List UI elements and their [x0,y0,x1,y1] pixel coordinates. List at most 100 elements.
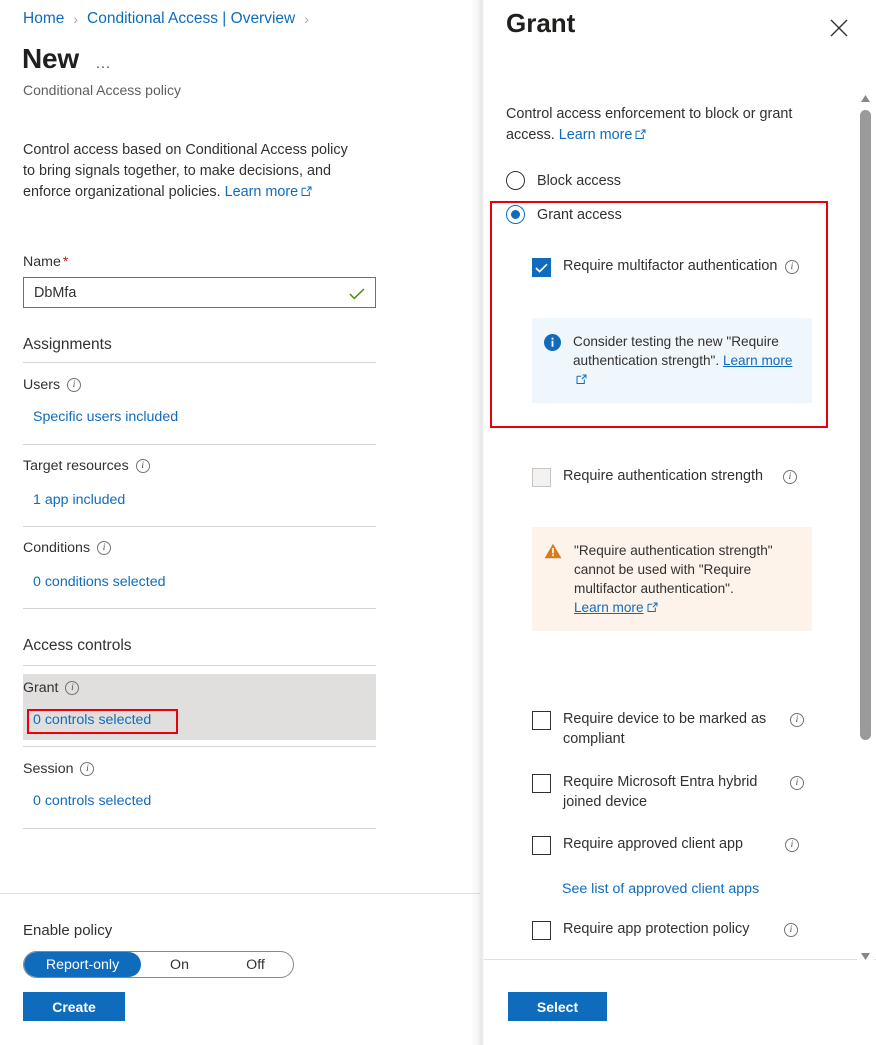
app-root: Home › Conditional Access | Overview › N… [0,0,876,1045]
toggle-option-report-only[interactable]: Report-only [24,952,141,977]
toggle-option-off[interactable]: Off [218,952,293,977]
panel-description: Control access enforcement to block or g… [506,104,826,146]
checkbox-require-mfa-label: Require multifactor authentication [563,257,777,277]
page-title-row: New … [22,43,112,75]
checkbox-require-auth-strength[interactable]: Require authentication strength [532,467,782,487]
grant-flyout-panel: Grant Control access enforcement to bloc… [484,0,876,1045]
checkbox-require-mfa[interactable]: Require multifactor authentication [532,257,782,277]
checkbox-require-hybrid-joined-device-label: Require Microsoft Entra hybrid joined de… [563,773,762,812]
info-icon[interactable]: i [67,378,81,392]
create-button[interactable]: Create [23,992,125,1021]
warning-message-body: "Require authentication strength" cannot… [574,543,773,596]
info-icon[interactable]: i [80,762,94,776]
field-value-target-resources[interactable]: 1 app included [33,492,125,508]
checkbox-unchecked-icon [532,774,551,793]
field-value-session[interactable]: 0 controls selected [33,793,151,809]
field-value-conditions[interactable]: 0 conditions selected [33,574,166,590]
panel-body: Control access enforcement to block or g… [484,88,876,960]
panel-description-text: Control access enforcement to block or g… [506,106,792,143]
scroll-down-arrow-icon[interactable] [860,948,871,957]
more-options-icon[interactable]: … [95,45,113,73]
approved-client-apps-link[interactable]: See list of approved client apps [562,881,759,897]
required-asterisk: * [63,254,69,270]
info-icon[interactable]: i [783,470,797,484]
field-label-users: Users i [23,377,81,393]
intro-text: Control access based on Conditional Acce… [23,140,353,203]
info-icon[interactable]: i [136,459,150,473]
field-value-users[interactable]: Specific users included [33,409,178,425]
info-icon[interactable]: i [790,776,804,790]
panel-learn-more-link[interactable]: Learn more [559,127,633,143]
info-icon[interactable]: i [785,838,799,852]
select-button[interactable]: Select [508,992,607,1021]
warning-triangle-icon [544,543,562,617]
external-link-icon [647,599,658,610]
enable-policy-toggle[interactable]: Report-only On Off [23,951,294,978]
divider-session [23,828,376,829]
scrollbar-thumb[interactable] [860,110,871,740]
intro-body: Control access based on Conditional Acce… [23,142,348,200]
checkbox-unchecked-icon [532,921,551,940]
field-label-conditions: Conditions i [23,540,111,556]
toggle-option-on[interactable]: On [141,952,218,977]
panel-scrollbar[interactable] [857,88,874,960]
intro-learn-more-link[interactable]: Learn more [225,184,299,200]
checkbox-require-hybrid-joined-device[interactable]: Require Microsoft Entra hybrid joined de… [532,773,762,812]
info-icon[interactable]: i [790,713,804,727]
conditions-label-text: Conditions [23,540,90,556]
checkbox-unchecked-icon [532,836,551,855]
close-icon[interactable] [828,17,850,39]
radio-block-access-label: Block access [537,173,621,189]
users-label-text: Users [23,377,60,393]
enable-policy-label: Enable policy [23,922,112,939]
external-link-icon [576,371,587,382]
name-input[interactable]: DbMfa [23,277,376,308]
target-resources-label-text: Target resources [23,458,129,474]
grant-label-text: Grant [23,680,58,696]
info-circle-icon [544,334,561,389]
assignments-heading: Assignments [23,336,112,354]
checkbox-require-compliant-device[interactable]: Require device to be marked as compliant [532,710,772,749]
page-title: New [22,43,79,75]
field-label-grant: Grant i [23,680,79,696]
panel-title: Grant [506,8,575,39]
warning-message-text: "Require authentication strength" cannot… [574,541,798,617]
info-message-learn-more-link[interactable]: Learn more [723,353,793,368]
checkbox-require-approved-client-app[interactable]: Require approved client app [532,835,757,855]
info-icon[interactable]: i [97,541,111,555]
info-icon[interactable]: i [784,923,798,937]
name-field-label: Name* [23,254,68,270]
scroll-up-arrow-icon[interactable] [860,90,871,99]
checkbox-require-approved-client-app-label: Require approved client app [563,835,743,855]
access-controls-heading: Access controls [23,637,132,655]
field-label-target-resources: Target resources i [23,458,150,474]
chevron-right-icon-2: › [304,11,309,27]
session-label-text: Session [23,761,73,777]
info-icon[interactable]: i [65,681,79,695]
checkbox-unchecked-icon [532,468,551,487]
radio-grant-access-label: Grant access [537,207,622,223]
radio-grant-access[interactable]: Grant access [506,205,622,224]
page-subtitle: Conditional Access policy [23,82,181,98]
breadcrumb-item-conditional-access[interactable]: Conditional Access | Overview [87,10,295,28]
info-message-box: Consider testing the new "Require authen… [532,318,812,403]
radio-block-access[interactable]: Block access [506,171,621,190]
name-input-value: DbMfa [34,285,349,301]
field-label-session: Session i [23,761,94,777]
warning-message-box: "Require authentication strength" cannot… [532,527,812,631]
field-value-grant[interactable]: 0 controls selected [33,712,151,728]
divider-conditions [23,608,376,609]
divider-access-controls [23,665,376,666]
warning-learn-more-link[interactable]: Learn more [574,600,644,615]
checkbox-require-app-protection-policy[interactable]: Require app protection policy [532,920,757,940]
info-icon[interactable]: i [785,260,799,274]
breadcrumb-item-home[interactable]: Home [23,10,64,28]
breadcrumb: Home › Conditional Access | Overview › [23,10,309,28]
divider-users [23,444,376,445]
radio-circle-icon [506,171,525,190]
new-policy-pane: Home › Conditional Access | Overview › N… [0,0,480,1045]
bottom-bar-divider [0,893,480,894]
checkbox-require-compliant-device-label: Require device to be marked as compliant [563,710,772,749]
external-link-icon [301,183,312,194]
external-link-icon [635,126,646,137]
